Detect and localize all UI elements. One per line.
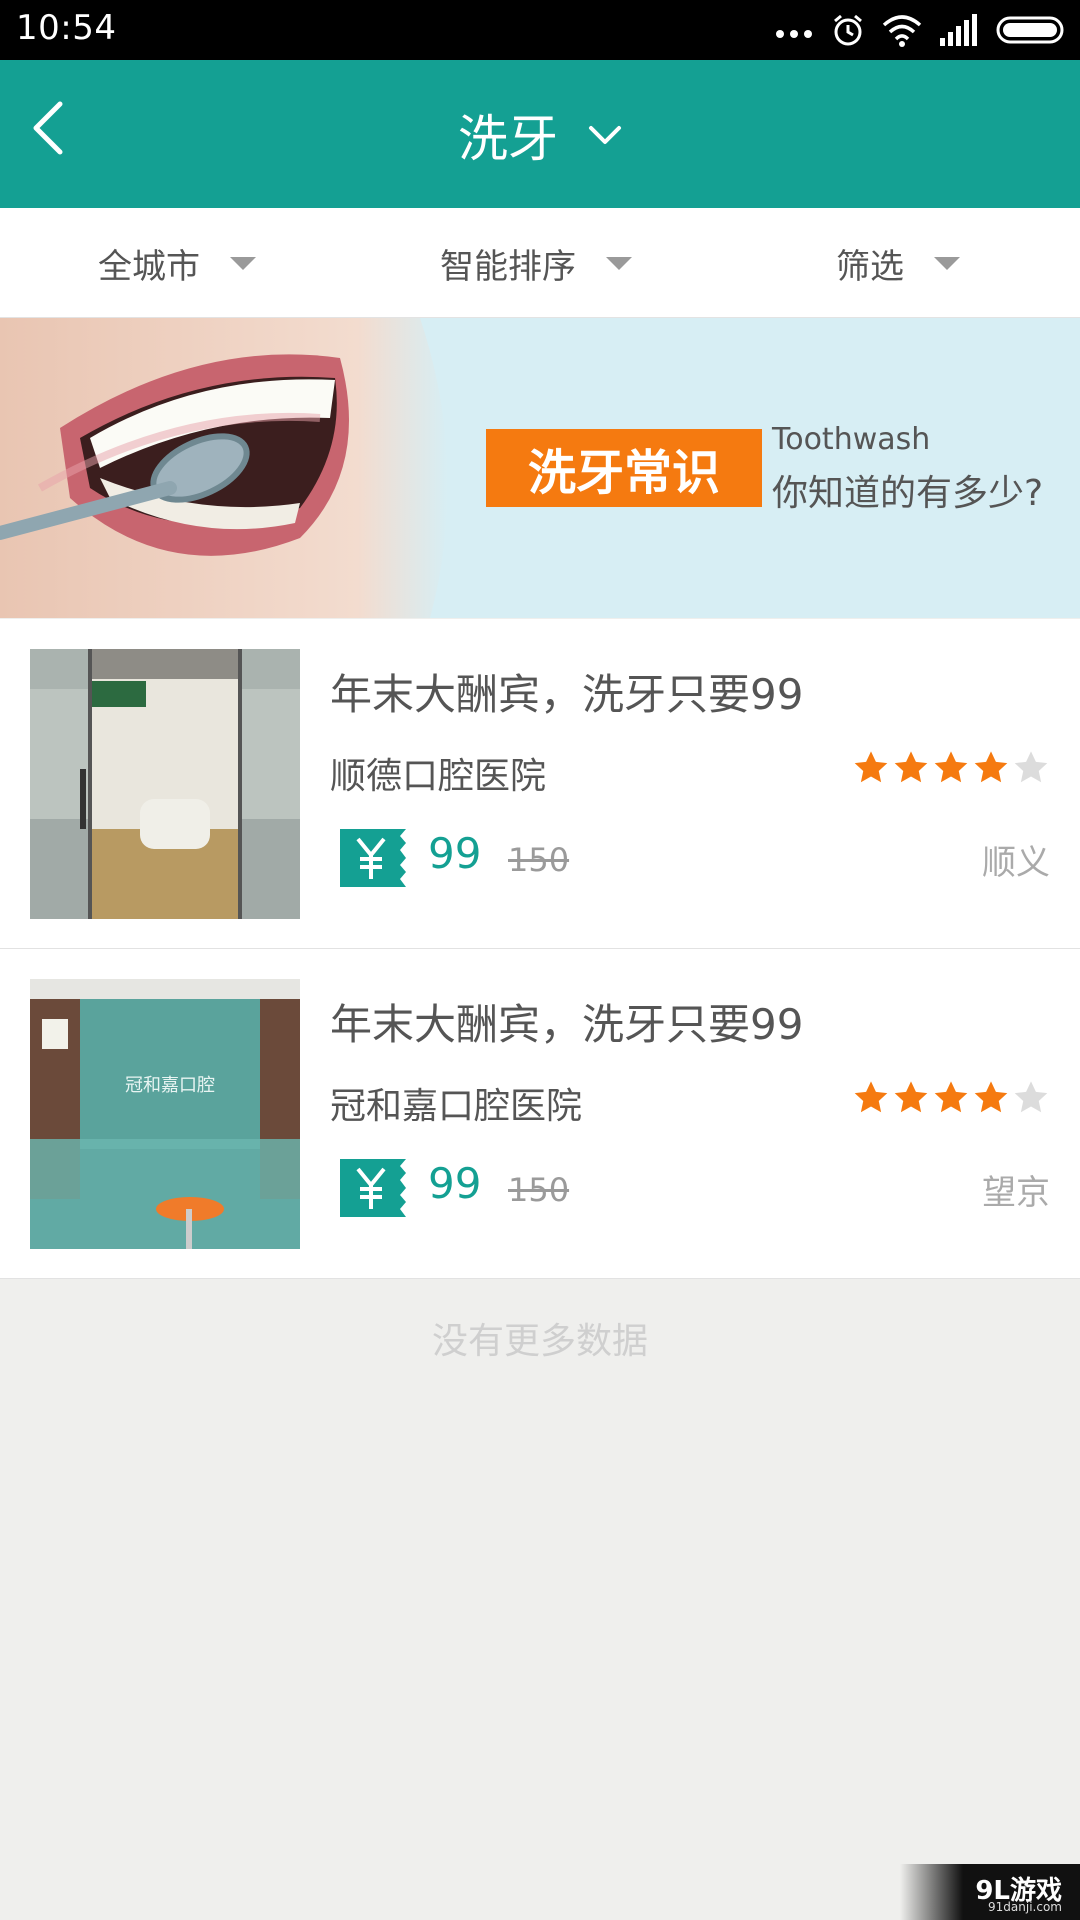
- original-price: 150: [508, 1171, 570, 1209]
- rating-stars: [852, 1079, 1050, 1117]
- wifi-icon: [882, 15, 922, 47]
- rating-stars: [852, 749, 1050, 787]
- dropdown-triangle-icon: [230, 256, 256, 270]
- filter-sort-label: 智能排序: [440, 246, 576, 287]
- watermark-url: 91danji.com: [988, 1900, 1062, 1914]
- dropdown-triangle-icon: [934, 256, 960, 270]
- chevron-down-icon: [589, 126, 621, 144]
- clinic-name: 顺德口腔医院: [330, 756, 547, 797]
- price: 99: [428, 829, 482, 878]
- clinic-photo: 冠和嘉口腔: [30, 979, 300, 1249]
- star-empty-icon: [1014, 1081, 1048, 1113]
- clinic-photo: [30, 649, 300, 919]
- battery-icon: [996, 16, 1064, 44]
- banner-tagline: 你知道的有多少?: [772, 473, 1044, 514]
- svg-text:冠和嘉口腔: 冠和嘉口腔: [125, 1075, 215, 1096]
- more-dots-icon: [776, 30, 812, 38]
- item-title: 年末大酬宾，洗牙只要99: [330, 1000, 804, 1049]
- promo-banner[interactable]: 洗牙常识 Toothwash 你知道的有多少?: [0, 318, 1080, 618]
- star-icon: [974, 1081, 1008, 1113]
- area-label: 顺义: [982, 843, 1050, 883]
- star-icon: [894, 1081, 928, 1113]
- no-more-data-text: 没有更多数据: [431, 1321, 648, 1362]
- star-icon: [934, 1081, 968, 1113]
- price: 99: [428, 1159, 482, 1208]
- star-empty-icon: [1014, 751, 1048, 783]
- banner-badge: 洗牙常识: [486, 429, 762, 507]
- title-dropdown[interactable]: 洗牙: [0, 100, 1080, 170]
- star-icon: [894, 751, 928, 783]
- dropdown-triangle-icon: [606, 256, 632, 270]
- status-bar: 10:54: [0, 0, 1080, 60]
- yen-coupon-icon: [340, 829, 406, 887]
- banner-en: Toothwash: [772, 422, 931, 457]
- area-label: 望京: [982, 1173, 1050, 1213]
- filter-city[interactable]: 全城市: [98, 208, 256, 318]
- star-icon: [934, 751, 968, 783]
- watermark-logo: 9L游戏 91danji.com: [900, 1864, 1080, 1920]
- list-item[interactable]: 年末大酬宾，洗牙只要99 顺德口腔医院 99 150 顺义: [0, 619, 1080, 949]
- original-price: 150: [508, 841, 570, 879]
- item-title: 年末大酬宾，洗牙只要99: [330, 670, 804, 719]
- page-title: 洗牙: [458, 110, 558, 168]
- filter-city-label: 全城市: [98, 246, 200, 287]
- alarm-icon: [834, 14, 862, 46]
- filter-bar: 全城市 智能排序 筛选: [0, 208, 1080, 318]
- star-icon: [854, 1081, 888, 1113]
- clinic-name: 冠和嘉口腔医院: [330, 1086, 583, 1127]
- star-icon: [974, 751, 1008, 783]
- list-item[interactable]: 冠和嘉口腔 年末大酬宾，洗牙只要99 冠和嘉口腔医院 99 150 望京: [0, 949, 1080, 1279]
- filter-sort[interactable]: 智能排序: [440, 208, 632, 318]
- status-icons: [774, 10, 1068, 50]
- star-icon: [854, 751, 888, 783]
- filter-screen-label: 筛选: [836, 246, 904, 287]
- status-time: 10:54: [16, 8, 117, 48]
- yen-coupon-icon: [340, 1159, 406, 1217]
- signal-icon: [940, 14, 977, 46]
- filter-screen[interactable]: 筛选: [836, 208, 960, 318]
- app-bar: 洗牙: [0, 60, 1080, 208]
